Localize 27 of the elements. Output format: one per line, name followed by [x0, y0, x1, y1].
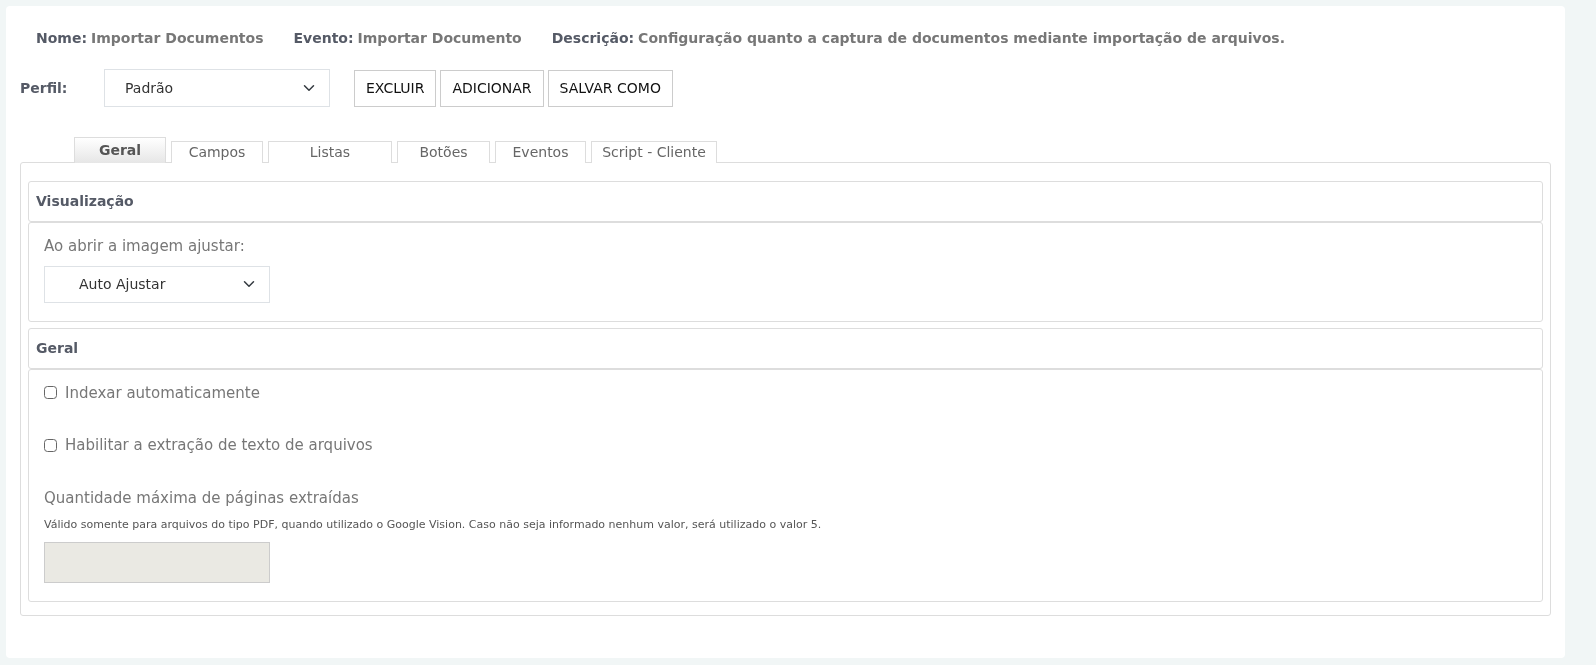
field-label: Quantidade máxima de páginas extraídas: [44, 487, 360, 509]
profile-label: Perfil:: [20, 78, 69, 98]
field-label: Nome:: [36, 29, 88, 48]
toolbar-button[interactable]: EXCLUIR: [354, 69, 437, 107]
field-label: Descrição:: [551, 29, 635, 48]
field-label: Evento:: [293, 29, 354, 48]
toolbar-button[interactable]: ADICIONAR: [440, 69, 544, 107]
profile-select[interactable]: Padrão: [104, 69, 330, 107]
checkbox[interactable]: [44, 386, 57, 400]
tab[interactable]: Listas: [268, 141, 392, 163]
toolbar-button[interactable]: SALVAR COMO: [547, 69, 673, 107]
checkbox-label: Indexar automaticamente: [65, 382, 260, 404]
section-header: Visualização: [28, 181, 1543, 222]
field-label: Ao abrir a imagem ajustar:: [44, 236, 246, 257]
fit-select[interactable]: Auto Ajustar: [44, 265, 270, 303]
field-value: Importar Documentos: [91, 29, 264, 48]
checkbox-label: Habilitar a extração de texto de arquivos: [65, 435, 373, 456]
tab[interactable]: Botões: [397, 141, 490, 163]
tab[interactable]: Eventos: [495, 141, 586, 163]
checkbox[interactable]: [44, 438, 57, 452]
tab[interactable]: Geral: [74, 137, 166, 163]
help-text: Válido somente para arquivos do tipo PDF, quando utilizado o Google Vision. Caso não seja informado nenhum valor, será utilizado o valor 5.: [44, 517, 823, 533]
tab[interactable]: Campos: [171, 141, 263, 163]
field-value: Configuração quanto a captura de documentos mediante importação de arquivos.: [638, 29, 1285, 48]
tab[interactable]: Script - Cliente: [591, 141, 717, 163]
section-header: Geral: [28, 327, 1543, 369]
field-value: Importar Documento: [357, 29, 522, 48]
